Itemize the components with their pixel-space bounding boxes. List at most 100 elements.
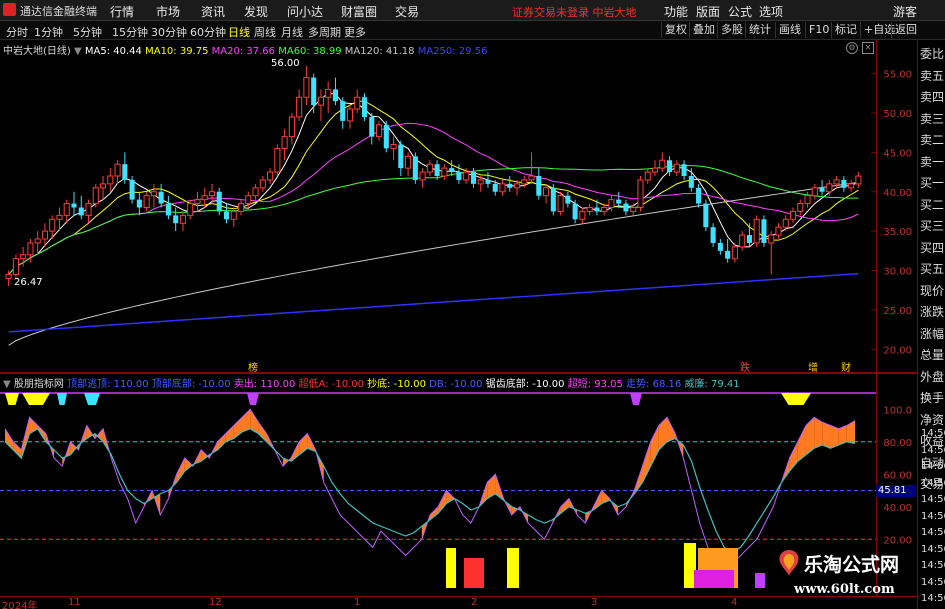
side-panel-item[interactable]: 涨幅 <box>920 325 944 342</box>
candle[interactable] <box>637 176 644 212</box>
menu-gongneng[interactable]: 功能 <box>664 3 688 20</box>
menu-xuanxiang[interactable]: 选项 <box>759 3 783 20</box>
side-panel-item[interactable]: 买三 <box>920 217 944 234</box>
ma5-label: MA5: 40.44 <box>84 46 142 57</box>
period-30min[interactable]: 30分钟 <box>151 24 187 40</box>
watermark-logo-icon <box>779 550 799 576</box>
time-tick-label: 14:56 <box>921 560 945 571</box>
ma120-label: MA120: 41.18 <box>344 46 415 57</box>
side-panel-item[interactable]: 买四 <box>920 239 944 256</box>
divergence-fill <box>830 425 839 449</box>
side-panel-item[interactable]: 现价 <box>920 282 944 299</box>
side-panel-item[interactable]: 卖一 <box>920 153 944 170</box>
period-weekly[interactable]: 周线 <box>254 24 276 40</box>
side-panel-item[interactable]: 买五 <box>920 260 944 277</box>
side-panel-item[interactable]: 净资 <box>920 411 944 428</box>
period-15min[interactable]: 15分钟 <box>112 24 148 40</box>
ind-item-0: 顶部逃顶: 110.00 <box>67 379 149 390</box>
ind-item-9: 威廉: 79.41 <box>684 379 740 390</box>
period-fenshi[interactable]: 分时 <box>6 24 28 40</box>
menu-jiaoyi[interactable]: 交易 <box>395 3 419 20</box>
ma250-label: MA250: 29.56 <box>417 46 488 57</box>
side-panel-item[interactable]: 卖二 <box>920 131 944 148</box>
ma20-label: MA20: 37.66 <box>211 46 276 57</box>
menu-wenxiaoda[interactable]: 问小达 <box>287 3 323 20</box>
event-marker-bang[interactable]: 榜 <box>248 359 258 374</box>
side-panel-item[interactable]: 买二 <box>920 196 944 213</box>
menu-faxian[interactable]: 发现 <box>244 3 268 20</box>
side-panel-item[interactable]: 涨跌 <box>920 303 944 320</box>
side-panel-item[interactable]: 卖五 <box>920 67 944 84</box>
indicator-legend: ▼ 股朋指标网 顶部逃顶: 110.00 顶部底部: -10.00 卖出: 11… <box>3 379 740 390</box>
candle[interactable] <box>550 183 556 216</box>
candle[interactable] <box>92 183 99 208</box>
ind-item-4: 抄底: -10.00 <box>367 379 426 390</box>
period-multi[interactable]: 多周期 <box>308 24 341 40</box>
time-tick-label: 14:56 <box>921 494 945 505</box>
bottom-signal-bar <box>755 573 765 588</box>
time-tick-label: 14:56 <box>921 527 945 538</box>
chart-settings-icon[interactable]: ⚙ <box>846 42 858 54</box>
period-monthly[interactable]: 月线 <box>281 24 303 40</box>
period-1min[interactable]: 1分钟 <box>34 24 63 40</box>
indicator-name: 股朋指标网 <box>13 379 64 390</box>
tool-duogu[interactable]: 多股 <box>717 22 746 38</box>
candle[interactable] <box>557 191 564 216</box>
candle[interactable] <box>12 254 19 279</box>
xaxis-label: 2024年 <box>2 601 38 609</box>
divergence-fill <box>822 422 831 449</box>
menu-caifuquan[interactable]: 财富圈 <box>341 3 377 20</box>
side-panel-item[interactable]: 换手 <box>920 389 944 406</box>
side-panel-item[interactable]: 外盘 <box>920 368 944 385</box>
time-tick-label: 14:56 <box>921 593 945 604</box>
menu-banmian[interactable]: 版面 <box>696 3 720 20</box>
side-panel-item[interactable]: 委比 <box>920 45 944 62</box>
ind-item-3: 超低A: -10.00 <box>298 379 364 390</box>
menu-hangqing[interactable]: 行情 <box>110 3 134 20</box>
tool-biaoji[interactable]: 标记 <box>831 22 860 38</box>
ind-item-6: 锯齿底部: -10.00 <box>485 379 565 390</box>
candle[interactable] <box>361 93 368 121</box>
side-panel-item[interactable]: 总量 <box>920 346 944 363</box>
menu-gongshi[interactable]: 公式 <box>728 3 752 20</box>
side-panel-item[interactable]: 卖四 <box>920 88 944 105</box>
candle[interactable] <box>216 187 222 216</box>
price-tick-label: 25.00 <box>883 306 912 317</box>
tool-back[interactable]: 返回 <box>891 22 920 38</box>
period-5min[interactable]: 5分钟 <box>73 24 102 40</box>
event-marker-cai[interactable]: 财 <box>841 359 851 374</box>
xaxis-label: 11 <box>68 597 81 608</box>
xaxis-label: 12 <box>209 597 222 608</box>
tool-huaxian[interactable]: 画线 <box>775 22 804 38</box>
bottom-signal-bar <box>446 548 456 588</box>
indicator-tick-label: 20.00 <box>883 535 912 546</box>
bottom-signal-bar <box>464 558 484 588</box>
tool-f10[interactable]: F10 <box>805 22 832 38</box>
menu-shichang[interactable]: 市场 <box>156 3 180 20</box>
period-more[interactable]: 更多 <box>344 24 366 40</box>
period-60min[interactable]: 60分钟 <box>190 24 226 40</box>
event-marker-die[interactable]: 跌 <box>740 359 750 374</box>
candle[interactable] <box>753 215 760 247</box>
candle[interactable] <box>383 120 389 153</box>
period-daily[interactable]: 日线 <box>228 24 250 40</box>
side-panel-item[interactable]: 卖三 <box>920 110 944 127</box>
menu-zixun[interactable]: 资讯 <box>201 3 225 20</box>
candle[interactable] <box>412 152 418 184</box>
indicator-tick-label: 100.0 <box>883 405 912 416</box>
price-tick-label: 20.00 <box>883 345 912 356</box>
candle[interactable] <box>703 199 709 232</box>
candle[interactable] <box>129 176 135 204</box>
candle[interactable] <box>274 144 281 177</box>
tool-fuquan[interactable]: 复权 <box>661 22 690 38</box>
candlestick-chart[interactable]: 55.00 50.00 45.00 40.00 35.00 30.00 25.00 20.00 <box>0 40 917 373</box>
app-name: 通达信金融终端 <box>20 5 97 18</box>
close-icon[interactable]: ✕ <box>862 42 874 54</box>
guest-label[interactable]: 游客 <box>893 3 917 20</box>
tool-diejia[interactable]: 叠加 <box>689 22 718 38</box>
event-marker-zeng[interactable]: 增 <box>808 359 818 374</box>
price-tick-label: 45.00 <box>883 148 912 159</box>
side-panel-item[interactable]: 买一 <box>920 174 944 191</box>
tool-tongji[interactable]: 统计 <box>745 22 774 38</box>
candle[interactable] <box>761 215 767 247</box>
